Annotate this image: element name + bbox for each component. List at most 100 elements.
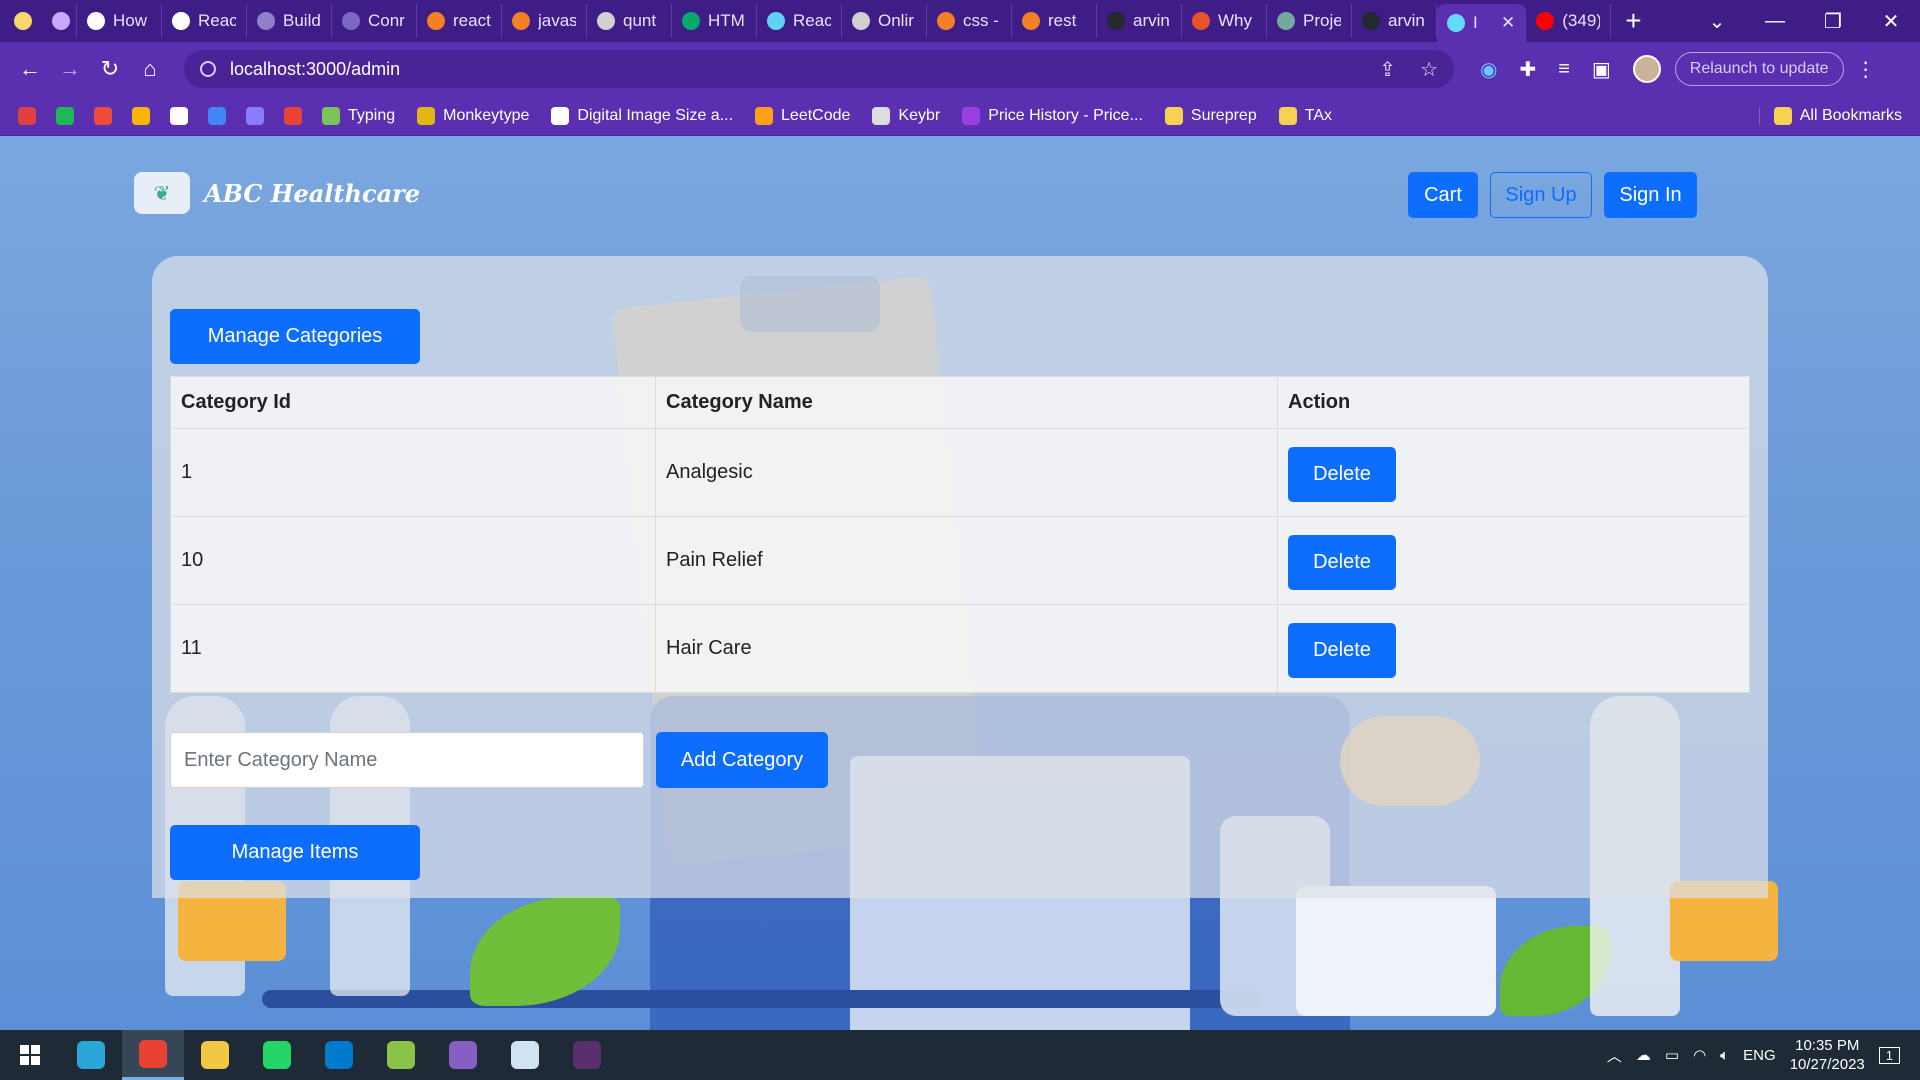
taskbar-app-notes[interactable] [494,1030,556,1080]
bookmark-item[interactable]: Sureprep [1164,106,1257,125]
share-icon[interactable]: ⇪ [1379,57,1396,82]
browser-tab[interactable]: react [417,4,502,38]
browser-tab[interactable]: arvin [1097,4,1182,38]
tab-title: Proje [1303,11,1341,30]
manage-items-button[interactable]: Manage Items [170,825,420,880]
bookmark-favicon-icon[interactable] [132,106,150,125]
side-panel-icon[interactable]: ▣ [1592,57,1611,82]
start-button[interactable] [0,1045,60,1065]
bookmark-favicon-icon[interactable] [18,106,36,125]
tab-favicon-icon [1536,12,1555,30]
cart-button[interactable]: Cart [1408,172,1478,218]
browser-menu-dot-yellow[interactable] [0,4,46,38]
taskbar-app-file-explorer[interactable] [184,1030,246,1080]
back-icon[interactable]: ← [10,56,50,82]
category-name-input[interactable] [170,732,644,788]
delete-button[interactable]: Delete [1288,535,1396,590]
tab-search-icon[interactable]: ⌄ [1688,9,1746,34]
volume-icon[interactable]: 🔈︎ [1720,1047,1729,1064]
system-tray: ︿ ☁ ▭ ◠ 🔈︎ ENG 10:35 PM 10/27/2023 1 [1607,1036,1920,1074]
bookmark-item[interactable]: Price History - Price... [962,106,1143,125]
forward-icon[interactable]: → [50,56,90,82]
sign-in-button[interactable]: Sign In [1604,172,1697,218]
browser-tab[interactable]: qunt [587,4,672,38]
media-control-icon[interactable]: ≡ [1558,58,1570,81]
browser-tab[interactable]: Proje [1267,4,1352,38]
taskbar-app-whatsapp[interactable] [246,1030,308,1080]
bookmark-favicon-icon[interactable] [284,106,302,125]
bookmark-star-icon[interactable]: ☆ [1420,57,1438,82]
notes-icon [511,1041,539,1069]
reload-icon[interactable]: ↻ [90,56,130,82]
new-tab-button[interactable]: + [1611,5,1655,37]
bookmark-favicon-icon[interactable] [208,106,226,125]
bookmark-item[interactable]: Keybr [872,106,940,125]
browser-tab[interactable]: arvin [1352,4,1437,38]
bookmark-favicon-icon[interactable] [246,106,264,125]
browser-tab[interactable]: Why [1182,4,1267,38]
profile-avatar[interactable] [1632,55,1661,83]
restore-icon[interactable]: ❐ [1804,9,1862,34]
brand-link[interactable]: ❦ ABC Healthcare [134,172,420,214]
close-tab-icon[interactable]: ✕ [1501,13,1515,33]
notification-center-icon[interactable]: 1 [1878,1046,1900,1064]
bookmark-favicon-icon[interactable] [170,106,188,125]
taskbar-app-chrome[interactable] [122,1030,184,1080]
site-info-icon[interactable] [200,61,216,77]
wifi-icon[interactable]: ◠ [1693,1046,1706,1064]
tray-chevron-icon[interactable]: ︿ [1607,1045,1622,1066]
omnibox[interactable]: localhost:3000/admin ⇪ ☆ [184,50,1454,88]
onedrive-icon[interactable]: ☁ [1636,1046,1651,1064]
bookmark-favicon-icon [1164,106,1183,125]
browser-tab[interactable]: javas [502,4,587,38]
browser-tab[interactable]: Onlir [842,4,927,38]
extension-circle-icon[interactable]: ◉ [1480,57,1497,82]
bookmark-item[interactable]: Typing [322,106,395,125]
windows-taskbar: ︿ ☁ ▭ ◠ 🔈︎ ENG 10:35 PM 10/27/2023 1 [0,1030,1920,1080]
bookmark-item[interactable]: Monkeytype [417,106,529,125]
browser-tab[interactable]: I ✕ [1437,4,1527,42]
delete-button[interactable]: Delete [1288,447,1396,502]
browser-tab[interactable]: rest [1012,4,1097,38]
browser-tab[interactable]: css - [927,4,1012,38]
all-bookmarks-button[interactable]: All Bookmarks [1758,106,1902,125]
bookmark-favicon-icon [322,106,340,125]
chrome-icon [139,1039,167,1068]
close-window-icon[interactable]: ✕ [1862,9,1920,34]
bookmark-item[interactable]: LeetCode [755,106,850,125]
browser-tab[interactable]: HTM [672,4,757,38]
taskbar-app-vscode[interactable] [308,1030,370,1080]
sign-up-button[interactable]: Sign Up [1490,172,1592,218]
bookmark-favicon-icon[interactable] [56,106,74,125]
battery-icon[interactable]: ▭ [1665,1046,1679,1064]
home-icon[interactable]: ⌂ [130,56,170,82]
minimize-icon[interactable]: — [1746,10,1804,33]
browser-tab[interactable]: Conr [332,4,417,38]
delete-button[interactable]: Delete [1288,623,1396,678]
bookmark-favicon-icon[interactable] [94,106,112,125]
add-category-button[interactable]: Add Category [656,732,828,788]
bookmark-icon-group [18,106,322,125]
manage-categories-button[interactable]: Manage Categories [170,309,420,364]
taskbar-app-visual-studio[interactable] [432,1030,494,1080]
browser-tab[interactable]: Reac [757,4,842,38]
taskbar-app-edge[interactable] [60,1030,122,1080]
bookmark-item[interactable]: TAx [1278,106,1332,125]
browser-menu-dot-purple[interactable] [46,4,77,38]
taskbar-app-notepad-plus[interactable] [370,1030,432,1080]
terminal-icon [573,1041,601,1069]
extensions-puzzle-icon[interactable]: ✚ [1519,57,1536,82]
bookmark-list: Typing Monkeytype Digital Image Size a... L… [322,106,1354,125]
clock[interactable]: 10:35 PM 10/27/2023 [1790,1036,1865,1074]
relaunch-button[interactable]: Relaunch to update [1674,52,1844,86]
bookmark-favicon-icon [417,106,436,125]
browser-tab[interactable]: Reac [162,4,247,38]
more-menu-icon[interactable]: ⋮ [1856,57,1876,82]
url-text[interactable]: localhost:3000/admin [230,59,1379,80]
browser-tab[interactable]: How [77,4,162,38]
browser-tab[interactable]: (349) [1526,4,1612,38]
language-indicator[interactable]: ENG [1743,1047,1776,1064]
taskbar-app-terminal[interactable] [556,1030,618,1080]
bookmark-item[interactable]: Digital Image Size a... [551,106,733,125]
browser-tab[interactable]: Build [247,4,332,38]
